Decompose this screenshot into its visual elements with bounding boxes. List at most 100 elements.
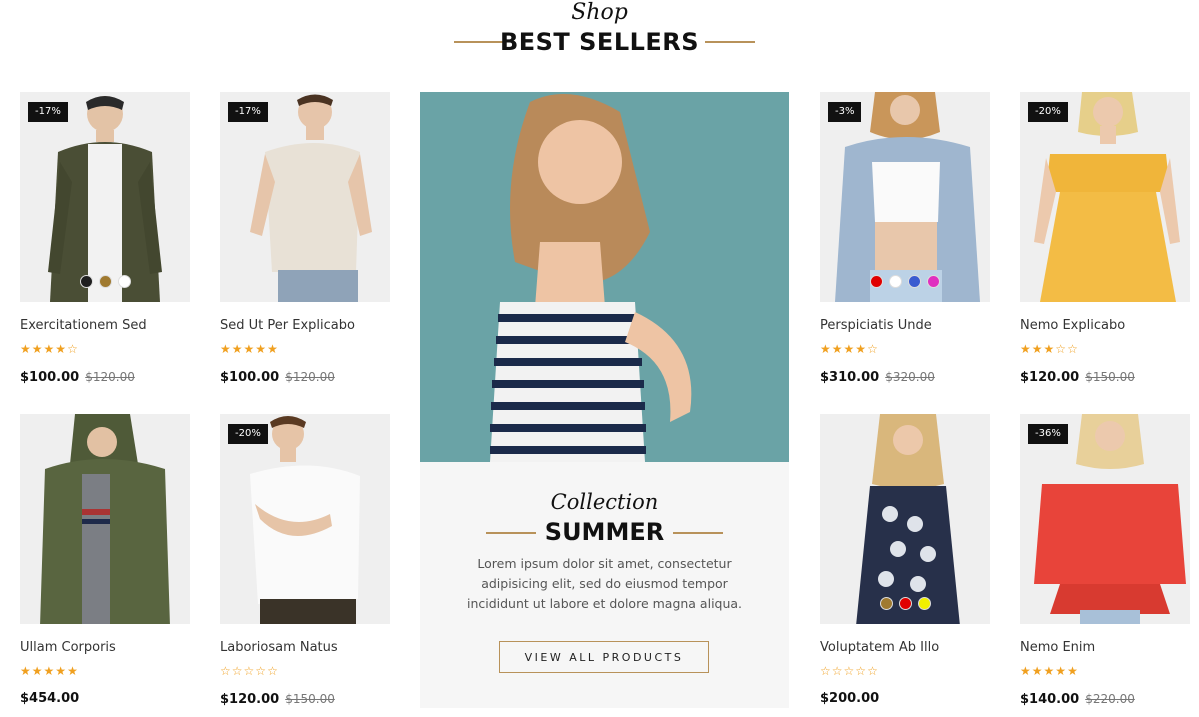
star-filled-icon: ★ — [31, 664, 44, 678]
product-card[interactable]: -20% Nemo Explicabo ★★★☆☆ $120.00 $150.00 — [1020, 92, 1190, 386]
color-swatch[interactable] — [98, 275, 112, 288]
color-swatch[interactable] — [917, 597, 931, 610]
product-card[interactable]: Voluptatem Ab Illo ☆☆☆☆☆ $200.00 — [820, 414, 990, 707]
section-heading: Shop BEST SELLERS — [0, 0, 1199, 70]
star-filled-icon: ★ — [231, 342, 244, 356]
product-price: $100.00 $120.00 — [220, 369, 390, 386]
section-script-title: Shop — [571, 0, 628, 25]
rating-stars: ★★★★★ — [1020, 664, 1190, 678]
product-image[interactable]: -20% — [1020, 92, 1190, 302]
product-name[interactable]: Nemo Explicabo — [1020, 318, 1190, 334]
product-name[interactable]: Exercitationem Sed — [20, 318, 190, 334]
promo-script-title: Collection — [550, 490, 659, 514]
product-photo — [20, 414, 190, 624]
rating-stars: ★★★★★ — [20, 664, 190, 678]
color-swatch[interactable] — [79, 275, 93, 288]
product-name[interactable]: Nemo Enim — [1020, 640, 1190, 656]
promo-photo — [420, 92, 789, 462]
star-filled-icon: ★ — [1043, 342, 1056, 356]
star-filled-icon: ★ — [255, 342, 268, 356]
rating-stars: ★★★★☆ — [20, 342, 190, 356]
color-swatch[interactable] — [927, 275, 940, 288]
star-filled-icon: ★ — [1043, 664, 1056, 678]
product-image[interactable]: -17% — [20, 92, 190, 302]
product-image[interactable] — [820, 414, 990, 624]
product-card[interactable]: -17% Sed Ut Per Explicabo ★★★★★ $100.00 $… — [220, 92, 390, 386]
discount-badge: -17% — [28, 102, 68, 122]
product-price: $120.00 $150.00 — [1020, 369, 1190, 386]
star-empty-icon: ☆ — [220, 664, 232, 678]
product-price: $200.00 — [820, 691, 990, 707]
rating-stars: ★★★★☆ — [820, 342, 990, 356]
discount-badge: -17% — [228, 102, 268, 122]
product-image[interactable] — [20, 414, 190, 624]
current-price: $140.00 — [1020, 692, 1080, 707]
star-empty-icon: ☆ — [255, 664, 268, 678]
star-filled-icon: ★ — [55, 342, 68, 356]
color-swatch[interactable] — [908, 275, 921, 288]
rating-stars: ★★★★★ — [220, 342, 390, 356]
product-image[interactable]: -36% — [1020, 414, 1190, 624]
product-price: $120.00 $150.00 — [220, 691, 390, 708]
old-price: $150.00 — [1085, 370, 1135, 384]
star-filled-icon: ★ — [1020, 342, 1032, 356]
star-empty-icon: ☆ — [855, 664, 868, 678]
star-filled-icon: ★ — [1067, 664, 1079, 678]
star-empty-icon: ☆ — [243, 664, 256, 678]
star-empty-icon: ☆ — [1067, 342, 1079, 356]
old-price: $220.00 — [1085, 692, 1135, 706]
star-filled-icon: ★ — [20, 664, 32, 678]
star-filled-icon: ★ — [1031, 664, 1044, 678]
old-price: $150.00 — [285, 692, 335, 706]
star-filled-icon: ★ — [43, 664, 56, 678]
product-card[interactable]: -36% Nemo Enim ★★★★★ $140.00 $220.00 — [1020, 414, 1190, 708]
product-price: $454.00 — [20, 691, 190, 707]
view-all-products-button[interactable]: VIEW ALL PRODUCTS — [499, 641, 709, 673]
discount-badge: -20% — [1028, 102, 1068, 122]
star-filled-icon: ★ — [67, 664, 79, 678]
product-photo — [220, 414, 390, 624]
product-price: $140.00 $220.00 — [1020, 691, 1190, 708]
star-filled-icon: ★ — [20, 342, 32, 356]
section-title: BEST SELLERS — [499, 28, 700, 56]
color-swatch[interactable] — [117, 275, 131, 288]
old-price: $320.00 — [885, 370, 935, 384]
product-name[interactable]: Sed Ut Per Explicabo — [220, 318, 390, 334]
product-photo — [20, 92, 190, 302]
title-rule-right — [705, 41, 755, 43]
star-empty-icon: ☆ — [843, 664, 856, 678]
product-card[interactable]: Ullam Corporis ★★★★★ $454.00 — [20, 414, 190, 707]
product-price: $310.00 $320.00 — [820, 369, 990, 386]
star-empty-icon: ☆ — [267, 664, 279, 678]
product-card[interactable]: -20% Laboriosam Natus ☆☆☆☆☆ $120.00 $150.… — [220, 414, 390, 708]
color-swatch[interactable] — [898, 597, 912, 610]
product-photo — [820, 414, 990, 624]
product-name[interactable]: Laboriosam Natus — [220, 640, 390, 656]
star-empty-icon: ☆ — [1055, 342, 1068, 356]
star-filled-icon: ★ — [831, 342, 844, 356]
product-name[interactable]: Ullam Corporis — [20, 640, 190, 656]
product-image[interactable]: -17% — [220, 92, 390, 302]
product-image[interactable]: -20% — [220, 414, 390, 624]
rating-stars: ☆☆☆☆☆ — [220, 664, 390, 678]
star-filled-icon: ★ — [31, 342, 44, 356]
star-empty-icon: ☆ — [231, 664, 244, 678]
star-empty-icon: ☆ — [67, 342, 79, 356]
product-card[interactable]: -17% Exercitationem Sed ★★★★☆ $100.00 $12… — [20, 92, 190, 386]
star-empty-icon: ☆ — [867, 342, 879, 356]
color-swatch[interactable] — [889, 275, 902, 288]
old-price: $120.00 — [85, 370, 135, 384]
star-filled-icon: ★ — [43, 342, 56, 356]
product-photo — [1020, 414, 1190, 624]
product-card[interactable]: -3% Perspiciatis Unde ★★★★☆ $310.00 $320.… — [820, 92, 990, 386]
product-image[interactable]: -3% — [820, 92, 990, 302]
discount-badge: -3% — [828, 102, 862, 122]
product-price: $100.00 $120.00 — [20, 369, 190, 386]
star-empty-icon: ☆ — [820, 664, 832, 678]
color-swatch[interactable] — [879, 597, 893, 610]
product-name[interactable]: Voluptatem Ab Illo — [820, 640, 990, 656]
product-name[interactable]: Perspiciatis Unde — [820, 318, 990, 334]
star-filled-icon: ★ — [1055, 664, 1068, 678]
color-swatch[interactable] — [870, 275, 883, 288]
star-empty-icon: ☆ — [831, 664, 844, 678]
